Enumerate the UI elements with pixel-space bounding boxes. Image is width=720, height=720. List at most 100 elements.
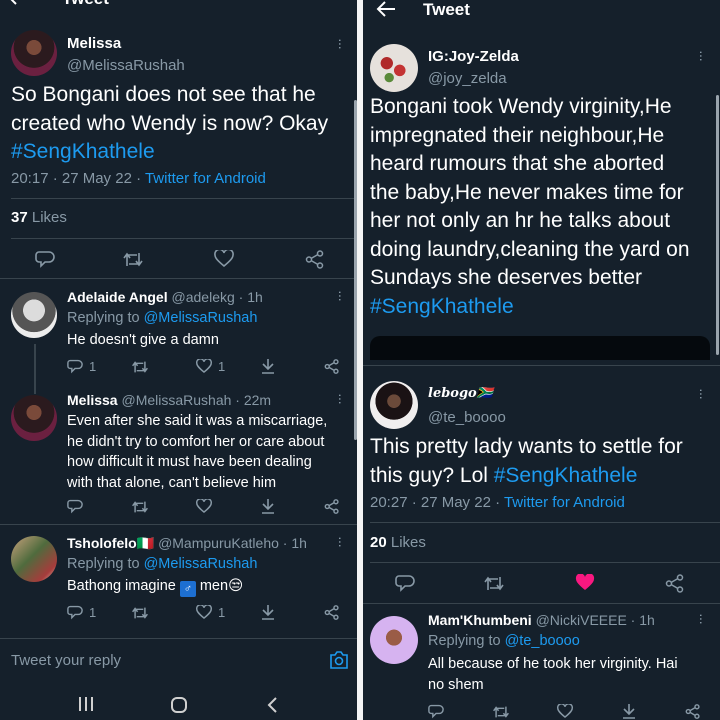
like-icon[interactable]	[196, 499, 212, 514]
divider	[363, 603, 720, 604]
reply-author-meta[interactable]: @adelekg · 1h	[172, 289, 263, 305]
reply-header: Melissa @MelissaRushah · 22m	[67, 392, 271, 408]
tweet-line: this guy? Lol	[370, 463, 494, 487]
like-icon[interactable]	[196, 359, 212, 374]
download-icon[interactable]	[261, 604, 275, 620]
reply-text: Even after she said it was a miscarriage…	[67, 411, 357, 493]
divider	[11, 198, 357, 199]
tweet-text: This pretty lady wants to settle for thi…	[370, 433, 720, 490]
avatar[interactable]	[11, 292, 57, 338]
retweet-icon[interactable]	[483, 575, 505, 592]
download-icon[interactable]	[261, 498, 275, 514]
avatar[interactable]	[370, 44, 418, 92]
author-handle[interactable]: @MelissaRushah	[67, 57, 185, 74]
more-icon[interactable]: ···	[694, 50, 710, 61]
reply-text: Bathong imagine ♂ men😒	[67, 578, 243, 597]
reply-author-meta[interactable]: @MelissaRushah · 22m	[121, 392, 271, 408]
reply-author-name[interactable]: Mam'Khumbeni	[428, 612, 532, 628]
avatar[interactable]	[11, 30, 57, 76]
author-handle[interactable]: @te_boooo	[428, 409, 506, 426]
divider	[363, 365, 720, 366]
reply-icon[interactable]	[67, 359, 83, 374]
like-icon[interactable]	[196, 605, 212, 620]
mention-link[interactable]: @MelissaRushah	[144, 556, 258, 572]
reply-count: 1	[89, 359, 97, 374]
divider	[0, 524, 357, 525]
author-handle[interactable]: @joy_zelda	[428, 70, 507, 87]
media-preview[interactable]	[370, 336, 710, 360]
reply-input[interactable]: Tweet your reply	[11, 652, 121, 669]
more-icon[interactable]: ···	[333, 393, 349, 404]
source-link[interactable]: Twitter for Android	[504, 494, 625, 511]
recent-apps-icon[interactable]	[78, 696, 94, 712]
reply-header: Tsholofelo🇮🇹 @MampuruKatleho · 1h	[67, 535, 307, 552]
more-icon[interactable]: ···	[333, 536, 349, 547]
retweet-icon[interactable]	[131, 360, 149, 374]
hashtag-link[interactable]: #SengKhathele	[11, 138, 356, 167]
avatar[interactable]	[11, 395, 57, 441]
divider	[0, 278, 357, 279]
reply-author-name[interactable]: Tsholofelo🇮🇹	[67, 535, 154, 551]
replying-label: Replying to	[67, 556, 144, 572]
reply-icon[interactable]	[67, 499, 83, 514]
likes-count: 37	[11, 209, 28, 226]
share-icon[interactable]	[324, 605, 340, 620]
share-icon[interactable]	[665, 574, 685, 593]
replying-to: Replying to @MelissaRushah	[67, 310, 257, 326]
thread-line	[34, 344, 36, 394]
like-count: 1	[218, 605, 226, 620]
camera-icon[interactable]	[329, 651, 349, 669]
retweet-icon[interactable]	[131, 606, 149, 620]
reply-author-name[interactable]: Melissa	[67, 392, 118, 408]
download-icon[interactable]	[622, 703, 636, 719]
likes-stat[interactable]: 20 Likes	[370, 534, 426, 551]
reply-icon[interactable]	[35, 250, 55, 269]
reply-icon[interactable]	[67, 605, 83, 620]
author-name[interactable]: lebogo🇿🇦	[428, 386, 493, 401]
author-name[interactable]: Melissa	[67, 35, 121, 52]
reply-icon[interactable]	[428, 704, 444, 719]
like-icon[interactable]	[214, 250, 234, 268]
share-icon[interactable]	[324, 499, 340, 514]
reply-author-name[interactable]: Adelaide Angel	[67, 289, 168, 305]
mention-link[interactable]: @te_boooo	[505, 633, 580, 649]
share-icon[interactable]	[305, 250, 325, 269]
tweet-line: heard rumours that she aborted	[370, 152, 665, 175]
share-icon[interactable]	[685, 704, 701, 719]
author-name[interactable]: IG:Joy-Zelda	[428, 48, 519, 65]
avatar[interactable]	[11, 536, 57, 582]
retweet-icon[interactable]	[131, 500, 149, 514]
hashtag-link[interactable]: #SengKhathele	[494, 464, 638, 487]
share-icon[interactable]	[324, 359, 340, 374]
back-icon[interactable]	[266, 696, 278, 714]
more-icon[interactable]: ···	[333, 38, 349, 49]
likes-stat[interactable]: 37 Likes	[11, 209, 67, 226]
mention-link[interactable]: @MelissaRushah	[144, 310, 258, 326]
more-icon[interactable]: ···	[694, 388, 710, 399]
source-link[interactable]: Twitter for Android	[145, 170, 266, 187]
reply-icon[interactable]	[395, 574, 415, 593]
retweet-icon[interactable]	[492, 705, 510, 719]
reply-text: He doesn't give a damn	[67, 332, 219, 348]
tweet-text: So Bongani does not see that he created …	[11, 81, 356, 167]
divider	[11, 238, 357, 239]
reply-author-meta[interactable]: @MampuruKatleho · 1h	[158, 535, 307, 551]
hashtag-link[interactable]: #SengKhathele	[370, 293, 720, 322]
like-icon[interactable]	[557, 704, 573, 719]
retweet-icon[interactable]	[122, 251, 144, 268]
download-icon[interactable]	[261, 358, 275, 374]
home-icon[interactable]	[170, 696, 188, 714]
more-icon[interactable]: ···	[333, 290, 349, 301]
header-title: Tweet	[423, 0, 470, 19]
back-arrow-icon[interactable]	[375, 0, 397, 18]
divider	[370, 562, 720, 563]
back-arrow-icon[interactable]	[6, 0, 28, 6]
like-icon[interactable]	[575, 574, 595, 592]
more-icon[interactable]: ···	[694, 613, 710, 624]
scrollbar[interactable]	[716, 95, 719, 355]
replying-label: Replying to	[67, 310, 144, 326]
reply-line: All because of he took her virginity. Ha…	[428, 656, 678, 672]
avatar[interactable]	[370, 381, 418, 429]
avatar[interactable]	[370, 616, 418, 664]
reply-author-meta[interactable]: @NickiVEEEE · 1h	[536, 612, 655, 628]
